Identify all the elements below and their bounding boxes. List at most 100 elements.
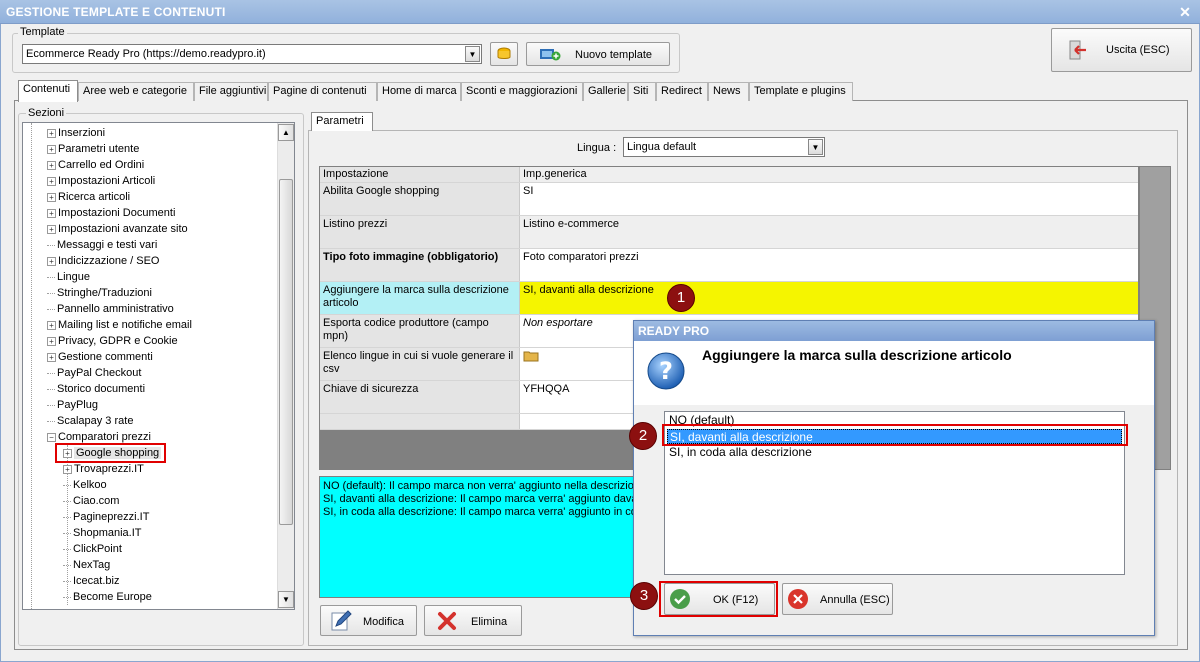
- delete-button[interactable]: Elimina: [424, 605, 522, 636]
- tree-item[interactable]: + Impostazioni Documenti: [47, 205, 175, 221]
- tree-item[interactable]: + Inserzioni: [47, 125, 105, 141]
- new-template-button[interactable]: Nuovo template: [526, 42, 670, 66]
- tab-contenuti[interactable]: Contenuti: [18, 80, 78, 102]
- tab-gallerie[interactable]: Gallerie: [583, 82, 628, 101]
- tab-redirect[interactable]: Redirect: [656, 82, 708, 101]
- cancel-button[interactable]: Annulla (ESC): [782, 583, 893, 615]
- table-row[interactable]: Tipo foto immagine (obbligatorio) Foto c…: [320, 249, 1138, 282]
- tab-template-plugins[interactable]: Template e plugins: [749, 82, 853, 101]
- chevron-down-icon[interactable]: ▼: [465, 46, 480, 62]
- table-row-selected[interactable]: Aggiungere la marca sulla descrizione ar…: [320, 282, 1138, 315]
- tab-siti[interactable]: Siti: [628, 82, 656, 101]
- value-cell[interactable]: Listino e-commerce: [520, 216, 1138, 248]
- tree-item[interactable]: Scalapay 3 rate: [47, 413, 133, 429]
- value-cell[interactable]: Foto comparatori prezzi: [520, 249, 1138, 281]
- tree-item-label: Parametri utente: [58, 143, 140, 155]
- tree-item-label: Scalapay 3 rate: [57, 415, 134, 427]
- tree-item-label: Ricerca articoli: [58, 191, 131, 203]
- description-line: SI, in coda alla descrizione: Il campo m…: [323, 506, 639, 518]
- expand-icon[interactable]: +: [47, 352, 56, 362]
- tree-item[interactable]: Ciao.com: [63, 493, 119, 509]
- setting-cell: Elenco lingue in cui si vuole generare i…: [320, 348, 520, 380]
- tree-item[interactable]: + Ricerca articoli: [47, 189, 130, 205]
- expand-icon[interactable]: +: [47, 224, 56, 234]
- tree-item[interactable]: Become Europe: [63, 589, 152, 605]
- tree-item[interactable]: + Carrello ed Ordini: [47, 157, 144, 173]
- expand-icon[interactable]: +: [47, 144, 56, 154]
- option-si-coda[interactable]: SI, in coda alla descrizione: [667, 445, 1122, 460]
- tree-item-label: PayPlug: [57, 399, 98, 411]
- tab-pagine-contenuti[interactable]: Pagine di contenuti: [268, 82, 377, 101]
- tab-sconti[interactable]: Sconti e maggiorazioni: [461, 82, 583, 101]
- expand-icon[interactable]: +: [47, 320, 56, 330]
- tree-connector: [63, 484, 71, 486]
- expand-icon[interactable]: +: [47, 160, 56, 170]
- tree-connector: [63, 532, 71, 534]
- tab-home-marca[interactable]: Home di marca: [377, 82, 461, 101]
- expand-icon[interactable]: +: [63, 464, 72, 474]
- tree-item[interactable]: Kelkoo: [63, 477, 107, 493]
- close-icon[interactable]: ✕: [1176, 3, 1194, 21]
- tree-scrollbar[interactable]: ▲ ▼: [277, 123, 294, 609]
- tree-item[interactable]: + Privacy, GDPR e Cookie: [47, 333, 178, 349]
- exit-button[interactable]: Uscita (ESC): [1051, 28, 1192, 72]
- tree-item[interactable]: PayPal Checkout: [47, 365, 141, 381]
- tree-item[interactable]: + Trovaprezzi.IT: [63, 461, 144, 477]
- tab-file-aggiuntivi[interactable]: File aggiuntivi: [194, 82, 268, 101]
- tree-item[interactable]: ClickPoint: [63, 541, 122, 557]
- table-row[interactable]: Listino prezzi Listino e-commerce: [320, 216, 1138, 249]
- tab-news[interactable]: News: [708, 82, 749, 101]
- expand-icon[interactable]: +: [47, 208, 56, 218]
- tree-item[interactable]: Lingue: [47, 269, 90, 285]
- tree-item-label: ClickPoint: [73, 543, 122, 555]
- tree-connector: [47, 292, 55, 294]
- collapse-icon[interactable]: −: [47, 432, 56, 442]
- scroll-up-button[interactable]: ▲: [278, 124, 294, 141]
- tree-item[interactable]: + Impostazioni avanzate sito: [47, 221, 188, 237]
- sections-tree[interactable]: + Inserzioni + Parametri utente + Carrello ed…: [22, 122, 295, 610]
- tree-item-label: Mailing list e notifiche email: [58, 319, 192, 331]
- tree-item[interactable]: + Impostazioni Articoli: [47, 173, 155, 189]
- template-db-button[interactable]: [490, 42, 518, 66]
- setting-cell: Abilita Google shopping: [320, 183, 520, 215]
- template-select-value: Ecommerce Ready Pro (https://demo.readyp…: [26, 48, 266, 60]
- tree-item[interactable]: Pannello amministrativo: [47, 301, 174, 317]
- edit-button[interactable]: Modifica: [320, 605, 417, 636]
- chevron-down-icon[interactable]: ▼: [808, 139, 823, 155]
- value-cell[interactable]: SI: [520, 183, 1138, 215]
- step-badge-2: 2: [629, 422, 657, 450]
- tab-aree-web[interactable]: Aree web e categorie: [78, 82, 194, 101]
- expand-icon[interactable]: +: [47, 336, 56, 346]
- scroll-thumb[interactable]: [279, 179, 293, 525]
- callout-option: [662, 424, 1128, 446]
- tree-item[interactable]: Storico documenti: [47, 381, 145, 397]
- tree-item[interactable]: Messaggi e testi vari: [47, 237, 157, 253]
- expand-icon[interactable]: +: [47, 192, 56, 202]
- setting-cell: Chiave di sicurezza: [320, 381, 520, 413]
- window-title: GESTIONE TEMPLATE E CONTENUTI: [6, 5, 226, 19]
- tree-item[interactable]: + Mailing list e notifiche email: [47, 317, 192, 333]
- tree-item[interactable]: Pagineprezzi.IT: [63, 509, 149, 525]
- expand-icon[interactable]: +: [47, 256, 56, 266]
- tree-item[interactable]: PayPlug: [47, 397, 98, 413]
- setting-cell: Tipo foto immagine (obbligatorio): [320, 249, 520, 281]
- tree-item[interactable]: + Parametri utente: [47, 141, 139, 157]
- tree-item[interactable]: Stringhe/Traduzioni: [47, 285, 152, 301]
- template-select[interactable]: Ecommerce Ready Pro (https://demo.readyp…: [22, 44, 482, 64]
- tree-item[interactable]: + Gestione commenti: [47, 349, 153, 365]
- exit-label: Uscita (ESC): [1106, 44, 1170, 56]
- expand-icon[interactable]: +: [47, 128, 56, 138]
- scroll-down-button[interactable]: ▼: [278, 591, 294, 608]
- tree-item[interactable]: NexTag: [63, 557, 110, 573]
- value-cell[interactable]: SI, davanti alla descrizione: [520, 282, 1138, 314]
- tab-parametri[interactable]: Parametri: [311, 112, 373, 131]
- tree-item[interactable]: + Indicizzazione / SEO: [47, 253, 160, 269]
- tree-item[interactable]: Icecat.biz: [63, 573, 119, 589]
- step-badge-1: 1: [667, 284, 695, 312]
- expand-icon[interactable]: +: [47, 176, 56, 186]
- language-select[interactable]: Lingua default ▼: [623, 137, 825, 157]
- folder-icon[interactable]: [523, 350, 539, 362]
- table-row[interactable]: Abilita Google shopping SI: [320, 183, 1138, 216]
- tree-connector: [47, 388, 55, 390]
- tree-item[interactable]: Shopmania.IT: [63, 525, 141, 541]
